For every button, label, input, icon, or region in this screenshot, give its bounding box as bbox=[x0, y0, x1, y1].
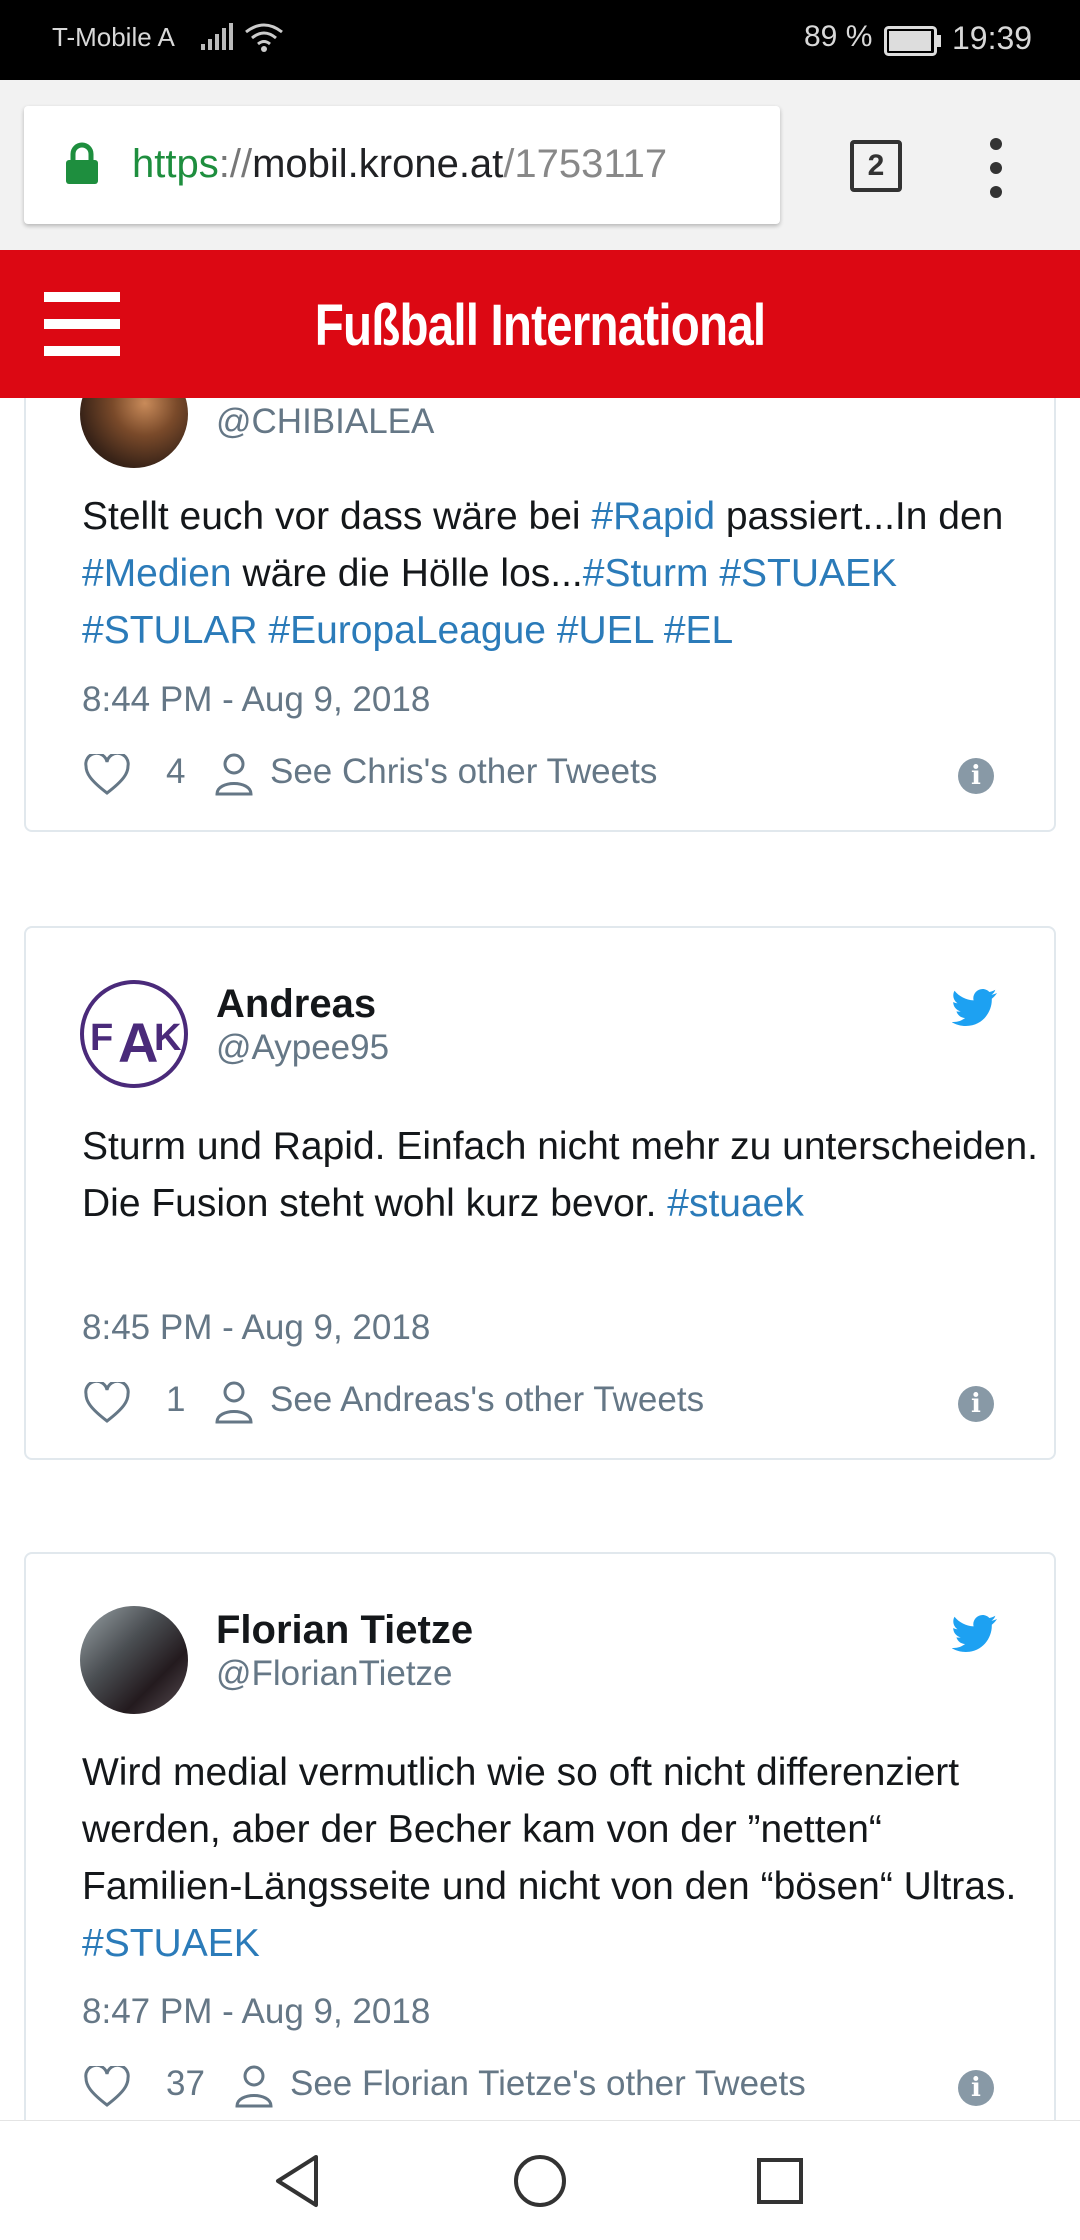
twitter-bird-icon[interactable] bbox=[952, 1614, 998, 1652]
url-host: mobil.krone.at bbox=[252, 142, 504, 186]
tab-switcher-button[interactable]: 2 bbox=[850, 140, 902, 192]
tweet-text-segment: Wird medial vermutlich wie so oft nicht … bbox=[82, 1751, 1017, 1908]
hashtag-link[interactable]: #UEL bbox=[557, 609, 653, 652]
tweet-text: Wird medial vermutlich wie so oft nicht … bbox=[82, 1744, 1042, 1972]
fak-logo-a: A bbox=[118, 1011, 158, 1074]
tweet-author-name[interactable]: Florian Tietze bbox=[216, 1608, 473, 1653]
hashtag-link[interactable]: #STUAEK bbox=[719, 552, 897, 595]
tweet-actions: 37 See Florian Tietze's other Tweets bbox=[82, 2058, 1042, 2114]
tweet-text-segment bbox=[653, 609, 664, 652]
avatar[interactable] bbox=[80, 398, 188, 468]
user-icon bbox=[215, 753, 253, 796]
user-icon bbox=[215, 1381, 253, 1424]
tweet-date[interactable]: 8:45 PM - Aug 9, 2018 bbox=[82, 1308, 430, 1348]
site-title[interactable]: Fußball International bbox=[97, 292, 983, 359]
like-count: 1 bbox=[166, 1380, 186, 1419]
article-content[interactable]: @CHIBIALEA Stellt euch vor dass wäre bei… bbox=[0, 398, 1080, 2120]
fak-logo: F A K bbox=[90, 1011, 182, 1074]
tweet-text-segment: wäre die Hölle los... bbox=[231, 552, 583, 595]
url-scheme: https bbox=[132, 142, 219, 186]
twitter-bird-icon[interactable] bbox=[952, 988, 998, 1026]
tweet-actions: 1 See Andreas's other Tweets bbox=[82, 1374, 1042, 1430]
carrier-label: T-Mobile A bbox=[52, 22, 175, 52]
url-path: /1753117 bbox=[503, 142, 668, 186]
wifi-icon bbox=[245, 23, 283, 52]
tweet-text-segment bbox=[258, 609, 269, 652]
info-icon[interactable]: i bbox=[958, 1386, 994, 1422]
battery-percent: 89 % bbox=[804, 20, 873, 53]
avatar[interactable] bbox=[80, 1606, 188, 1714]
tweet-date[interactable]: 8:47 PM - Aug 9, 2018 bbox=[82, 1992, 430, 2032]
tweet-text-segment bbox=[546, 609, 557, 652]
tweet-text-segment: Sturm und Rapid. Einfach nicht mehr zu u… bbox=[82, 1125, 1039, 1225]
hashtag-link[interactable]: #stuaek bbox=[667, 1182, 804, 1225]
see-other-tweets-link[interactable]: See Florian Tietze's other Tweets bbox=[290, 2064, 806, 2104]
url-separator: :// bbox=[218, 142, 253, 186]
url-text[interactable]: https://mobil.krone.at/1753117 bbox=[132, 142, 667, 187]
tweet-text: Sturm und Rapid. Einfach nicht mehr zu u… bbox=[82, 1118, 1042, 1232]
tweet-actions: 4 See Chris's other Tweets bbox=[82, 746, 1042, 802]
like-count: 4 bbox=[166, 752, 186, 791]
info-icon[interactable]: i bbox=[958, 2070, 994, 2106]
hashtag-link[interactable]: #STUAEK bbox=[82, 1922, 260, 1965]
tweet-text: Stellt euch vor dass wäre bei #Rapid pas… bbox=[82, 488, 1042, 659]
tweet-date[interactable]: 8:44 PM - Aug 9, 2018 bbox=[82, 680, 430, 720]
browser-toolbar: https://mobil.krone.at/1753117 2 bbox=[0, 80, 1080, 250]
heart-icon[interactable] bbox=[84, 754, 130, 796]
battery-icon bbox=[884, 26, 941, 56]
tweet-author-name[interactable]: Andreas bbox=[216, 982, 376, 1027]
tweet-text-segment bbox=[708, 552, 719, 595]
status-bar: T-Mobile A 89 % 19:39 bbox=[0, 0, 1080, 80]
fak-logo-k: K bbox=[154, 1017, 182, 1059]
home-icon[interactable] bbox=[512, 2153, 568, 2209]
info-icon[interactable]: i bbox=[958, 758, 994, 794]
tweet-text-segment: Stellt euch vor dass wäre bei bbox=[82, 495, 592, 538]
address-bar[interactable]: https://mobil.krone.at/1753117 bbox=[24, 106, 780, 224]
hashtag-link[interactable]: #EuropaLeague bbox=[268, 609, 546, 652]
hamburger-menu-icon[interactable] bbox=[44, 292, 120, 356]
see-other-tweets-link[interactable]: See Chris's other Tweets bbox=[270, 752, 657, 792]
hashtag-link[interactable]: #Medien bbox=[82, 552, 232, 595]
heart-icon[interactable] bbox=[84, 1382, 130, 1424]
back-icon[interactable] bbox=[272, 2153, 322, 2209]
tweet-card: F A K Andreas @Aypee95 Sturm und Rapid. … bbox=[24, 926, 1056, 1460]
tweet-author-handle[interactable]: @FlorianTietze bbox=[216, 1654, 453, 1694]
site-header: Fußball International bbox=[0, 250, 1080, 398]
lock-icon bbox=[66, 142, 98, 184]
system-nav-bar bbox=[0, 2120, 1080, 2240]
tweet-author-handle[interactable]: @CHIBIALEA bbox=[216, 402, 434, 442]
user-icon bbox=[235, 2065, 273, 2108]
signal-icon bbox=[201, 23, 233, 50]
tweet-author-handle[interactable]: @Aypee95 bbox=[216, 1028, 389, 1068]
hashtag-link[interactable]: #STULAR bbox=[82, 609, 258, 652]
heart-icon[interactable] bbox=[84, 2066, 130, 2108]
see-other-tweets-link[interactable]: See Andreas's other Tweets bbox=[270, 1380, 704, 1420]
recent-apps-icon[interactable] bbox=[756, 2157, 804, 2205]
like-count: 37 bbox=[166, 2064, 205, 2103]
fak-logo-f: F bbox=[90, 1017, 113, 1059]
clock: 19:39 bbox=[952, 20, 1033, 56]
avatar[interactable]: F A K bbox=[80, 980, 188, 1088]
tweet-card: @CHIBIALEA Stellt euch vor dass wäre bei… bbox=[24, 398, 1056, 832]
hashtag-link[interactable]: #Sturm bbox=[583, 552, 709, 595]
hashtag-link[interactable]: #EL bbox=[664, 609, 733, 652]
tweet-card: Florian Tietze @FlorianTietze Wird media… bbox=[24, 1552, 1056, 2120]
hashtag-link[interactable]: #Rapid bbox=[591, 495, 715, 538]
tweet-text-segment: passiert...In den bbox=[715, 495, 1004, 538]
more-vert-icon[interactable] bbox=[984, 138, 1008, 198]
